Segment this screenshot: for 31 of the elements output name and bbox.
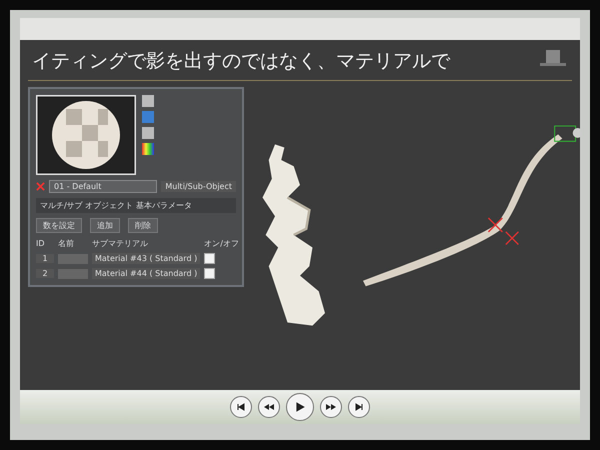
play-icon: [294, 401, 306, 413]
sub-material-button[interactable]: Material #43 ( Standard ): [92, 253, 200, 264]
column-header: 名前: [58, 238, 75, 249]
top-hat-icon: [538, 48, 568, 68]
on-off-checkbox[interactable]: [204, 268, 216, 279]
fast-forward-button[interactable]: [320, 396, 342, 418]
skip-to-start-icon: [236, 402, 246, 412]
name-field[interactable]: [58, 268, 88, 278]
on-off-checkbox[interactable]: [204, 253, 216, 264]
column-header: オン/オフ: [204, 238, 238, 249]
toolbar-icon[interactable]: [142, 143, 154, 155]
column-header: サブマテリアル: [92, 238, 149, 249]
column-header: ID: [36, 239, 46, 248]
material-type-button[interactable]: Multi/Sub-Object: [161, 181, 236, 192]
id-cell: 2: [36, 269, 54, 278]
fast-forward-icon: [325, 402, 337, 412]
rewind-icon: [263, 402, 275, 412]
sub-material-button[interactable]: Material #44 ( Standard ): [92, 268, 200, 279]
skip-to-end-icon: [354, 402, 364, 412]
play-button[interactable]: [286, 393, 314, 421]
rewind-button[interactable]: [258, 396, 280, 418]
rollout-header[interactable]: マルチ/サブ オブジェクト 基本パラメータ: [36, 198, 236, 213]
skip-to-start-button[interactable]: [230, 396, 252, 418]
panel-button[interactable]: 削除: [128, 218, 158, 233]
panel-button[interactable]: 追加: [90, 218, 120, 233]
id-cell: 1: [36, 254, 54, 263]
slide-title: イティングで影を出すのではなく、マテリアルで: [32, 49, 450, 74]
panel-button[interactable]: 数を設定: [36, 218, 82, 233]
material-name-field[interactable]: 01 - Default: [49, 180, 158, 193]
skip-to-end-button[interactable]: [348, 396, 370, 418]
name-field[interactable]: [58, 254, 88, 264]
